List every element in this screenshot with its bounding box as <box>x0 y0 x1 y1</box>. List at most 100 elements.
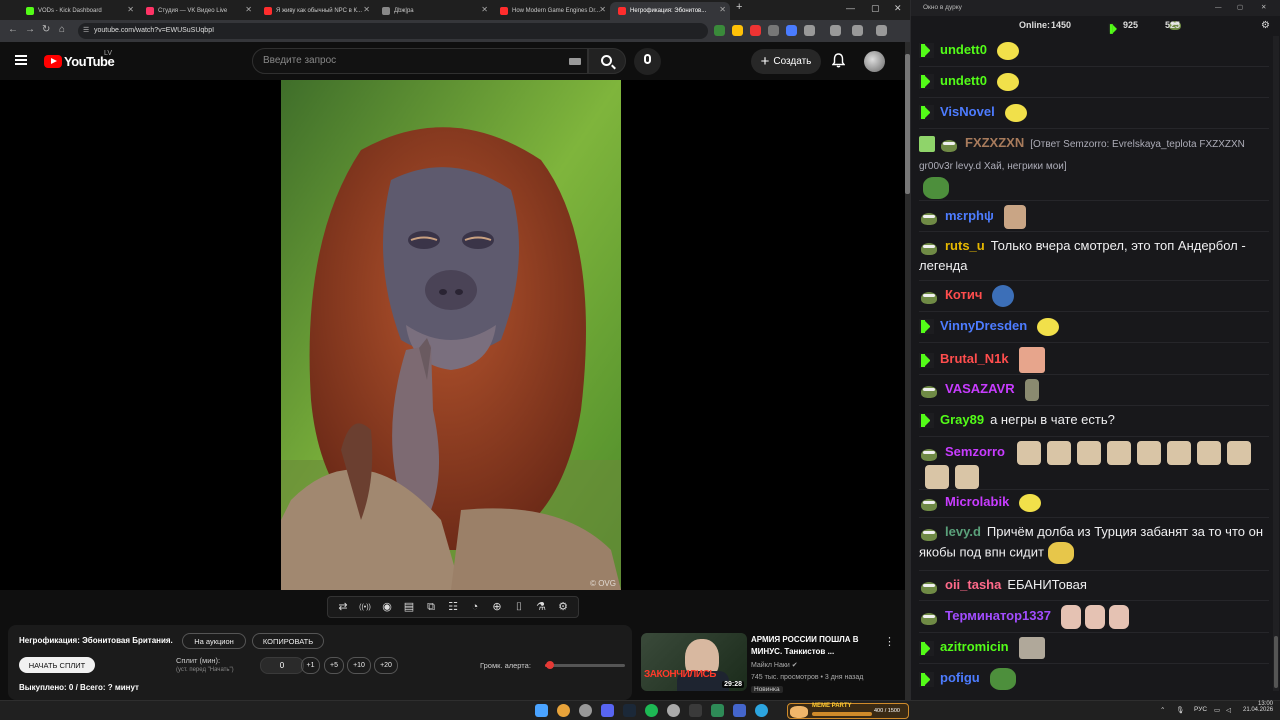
search-input[interactable] <box>263 55 553 66</box>
picture-in-picture-icon[interactable]: ⧉ <box>425 601 438 614</box>
chat-username[interactable]: ruts_u <box>945 238 985 253</box>
chat-username[interactable]: undett0 <box>940 73 987 88</box>
close-icon[interactable]: ✕ <box>481 5 488 14</box>
close-window-button[interactable]: ✕ <box>894 3 902 14</box>
spotify-icon[interactable] <box>645 704 658 717</box>
screenshot-icon[interactable]: ⌷ <box>513 601 526 614</box>
chrome-icon[interactable] <box>557 704 570 717</box>
site-info-icon[interactable]: ☰ <box>83 23 89 39</box>
repeat-icon[interactable]: ⇄ <box>337 601 350 614</box>
chat-username[interactable]: VASAZAVR <box>945 381 1015 396</box>
close-icon[interactable]: ✕ <box>363 5 370 14</box>
chat-username[interactable]: levy.d <box>945 524 981 539</box>
language-indicator[interactable]: РУС <box>1194 706 1207 713</box>
extension-icon[interactable] <box>714 25 725 36</box>
notifications-bell-icon[interactable] <box>832 53 845 68</box>
back-arrow-icon[interactable]: ← <box>8 24 18 35</box>
tray-arrow-icon[interactable]: ⌃ <box>1160 706 1165 714</box>
volume-thumb[interactable] <box>545 661 554 669</box>
add-1-button[interactable]: +1 <box>301 657 320 674</box>
recommended-video[interactable]: ЗАКОНЧИЛИСЬ 29:28 АРМИЯ РОССИИ ПОШЛА В М… <box>641 633 903 695</box>
chat-username[interactable]: VisNovel <box>940 104 995 119</box>
maximize-button[interactable]: ▢ <box>1237 0 1243 16</box>
extension-icon[interactable] <box>786 25 797 36</box>
profile-icon[interactable] <box>852 25 863 36</box>
speed-gauge-icon[interactable]: ◔ <box>469 601 482 614</box>
app-icon[interactable] <box>689 704 702 717</box>
settings-icon[interactable]: ⚙ <box>557 601 570 614</box>
minimize-button[interactable]: — <box>846 3 855 13</box>
chat-scrollbar[interactable] <box>1273 36 1279 691</box>
close-icon[interactable]: ✕ <box>245 5 252 14</box>
close-window-button[interactable]: ✕ <box>1261 0 1266 16</box>
puzzle-icon[interactable] <box>804 25 815 36</box>
minimize-button[interactable]: — <box>1215 0 1222 16</box>
film-strip-icon[interactable]: ☷ <box>447 601 460 614</box>
account-avatar[interactable] <box>864 51 885 72</box>
download-icon[interactable] <box>830 25 841 36</box>
video-player[interactable]: © OVG <box>0 80 905 590</box>
windows-start-icon[interactable] <box>535 704 548 717</box>
chat-username[interactable]: VinnyDresden <box>940 318 1027 333</box>
discord-icon[interactable] <box>601 704 614 717</box>
chat-username[interactable]: azitromicin <box>940 639 1009 654</box>
add-10-button[interactable]: +10 <box>347 657 371 674</box>
chat-username[interactable]: Gray89 <box>940 412 984 427</box>
clock[interactable]: 13:00 21.04.2026 <box>1243 701 1273 713</box>
chat-username[interactable]: FXZXZXN <box>965 135 1024 150</box>
home-icon[interactable]: ⌂ <box>59 24 65 35</box>
microphone-icon[interactable]: 🎙 <box>1176 706 1184 714</box>
network-icon[interactable]: ▭ <box>1214 706 1220 714</box>
channel-name[interactable]: Майкл Наки ✔ <box>751 661 798 669</box>
tab-active-video[interactable]: Негрофикация: Эбонитов... ✕ <box>610 2 730 20</box>
close-icon[interactable]: ✕ <box>127 5 134 14</box>
tab-game-engines[interactable]: How Modern Game Engines Dr... ✕ <box>492 2 610 20</box>
auction-button[interactable]: На аукцион <box>182 633 246 649</box>
extension-icon[interactable] <box>732 25 743 36</box>
alert-volume-slider[interactable] <box>545 661 625 669</box>
chat-username[interactable]: Semzorro <box>945 444 1005 459</box>
video-thumbnail[interactable]: ЗАКОНЧИЛИСЬ 29:28 <box>641 633 747 691</box>
search-button[interactable] <box>588 48 626 74</box>
steam-icon[interactable] <box>623 704 636 717</box>
copy-button[interactable]: КОПИРОВАТЬ <box>252 633 324 649</box>
tab-youtube-npc[interactable]: Я живу как обычный NPC в К... ✕ <box>256 2 374 20</box>
close-icon[interactable]: ✕ <box>719 5 726 14</box>
reload-icon[interactable]: ↻ <box>42 24 50 35</box>
chat-username[interactable]: Терминатор1337 <box>945 608 1051 623</box>
chat-username[interactable]: oii_tasha <box>945 577 1001 592</box>
video-title[interactable]: АРМИЯ РОССИИ ПОШЛА В МИНУС. Танкистов ..… <box>751 634 879 658</box>
voice-search-button[interactable] <box>634 48 661 75</box>
clapper-icon[interactable]: ▤ <box>403 601 416 614</box>
tab-kick-dashboard[interactable]: VODs - Kick Dashboard ✕ <box>18 2 138 20</box>
add-20-button[interactable]: +20 <box>374 657 398 674</box>
app-icon[interactable] <box>733 704 746 717</box>
meme-party-widget[interactable]: MEME PARTY 400 / 1500 <box>787 703 909 719</box>
tab-other[interactable]: Дbж|ра ✕ <box>374 2 492 20</box>
split-minutes-input[interactable] <box>260 657 304 674</box>
app-icon[interactable] <box>711 704 724 717</box>
tab-vk-studio[interactable]: Студия — VK Видео Live ✕ <box>138 2 256 20</box>
menu-dots-icon[interactable] <box>876 25 887 36</box>
chat-username[interactable]: undett0 <box>940 42 987 57</box>
settings-icon[interactable]: ⚙ <box>1261 20 1270 31</box>
video-frame[interactable]: © OVG <box>281 80 621 590</box>
obs-icon[interactable] <box>667 704 680 717</box>
keyboard-icon[interactable] <box>569 58 581 65</box>
create-button[interactable]: + Создать <box>751 49 821 74</box>
hamburger-menu-icon[interactable] <box>15 55 27 65</box>
camera-live-icon[interactable]: ◉ <box>381 601 394 614</box>
close-icon[interactable]: ✕ <box>599 5 606 14</box>
telegram-icon[interactable] <box>755 704 768 717</box>
add-clip-icon[interactable]: ⊕ <box>491 601 504 614</box>
extension-icon[interactable] <box>750 25 761 36</box>
start-split-button[interactable]: НАЧАТЬ СПЛИТ <box>19 657 95 673</box>
extension-icon[interactable] <box>768 25 779 36</box>
address-bar[interactable]: ☰ youtube.com/watch?v=EWUSuSUqbpI <box>78 23 708 39</box>
youtube-logo[interactable]: YouTube LV <box>44 50 115 69</box>
chat-username[interactable]: mɛrphψ <box>945 208 994 223</box>
flask-icon[interactable]: ⚗ <box>535 601 548 614</box>
chat-username[interactable]: Brutal_N1k <box>940 351 1009 366</box>
scrollbar-thumb[interactable] <box>1274 636 1278 688</box>
chat-username[interactable]: Котич <box>945 287 982 302</box>
